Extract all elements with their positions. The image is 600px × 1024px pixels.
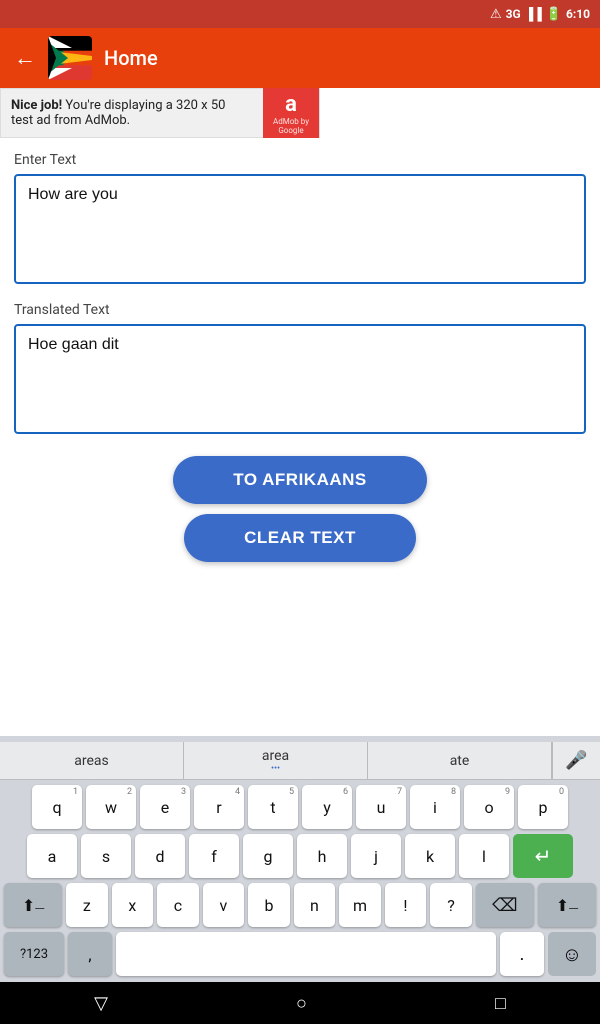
key-shift-left[interactable]: ⬆__ [4, 883, 62, 927]
key-c[interactable]: c [157, 883, 199, 927]
key-x[interactable]: x [112, 883, 154, 927]
buttons-area: TO AFRIKAANS CLEAR TEXT [14, 456, 586, 562]
key-emoji[interactable]: ☺ [548, 932, 596, 976]
keyboard-row-3: ⬆__ z x c v b n m ! ? ⌫ ⬆__ [0, 883, 600, 927]
key-shift-right[interactable]: ⬆__ [538, 883, 596, 927]
key-t[interactable]: 5t [248, 785, 298, 829]
time-display: 6:10 [566, 7, 590, 21]
key-p[interactable]: 0p [518, 785, 568, 829]
key-period[interactable]: . [500, 932, 544, 976]
status-bar: ⚠ 3G ▐▐ 🔋 6:10 [0, 0, 600, 28]
key-k[interactable]: k [405, 834, 455, 878]
nav-bar: ▽ ○ □ [0, 982, 600, 1024]
to-afrikaans-button[interactable]: TO AFRIKAANS [173, 456, 427, 504]
keyboard-row-bottom: ?123 , . ☺ [0, 932, 600, 976]
translated-text-output[interactable]: Hoe gaan dit [14, 324, 586, 434]
key-f[interactable]: f [189, 834, 239, 878]
app-title: Home [104, 46, 158, 70]
enter-text-label: Enter Text [14, 152, 586, 168]
key-v[interactable]: v [203, 883, 245, 927]
admob-powered-by: AdMob by Google [263, 117, 319, 135]
warning-icon: ⚠ [490, 7, 502, 22]
key-s[interactable]: s [81, 834, 131, 878]
key-exclamation[interactable]: ! [385, 883, 427, 927]
main-content: Enter Text How are you Translated Text H… [0, 138, 600, 562]
key-n[interactable]: n [294, 883, 336, 927]
status-icons: ⚠ 3G ▐▐ 🔋 6:10 [490, 7, 590, 22]
key-u[interactable]: 7u [356, 785, 406, 829]
keyboard-suggestions-bar: areas area ••• ate 🎤 [0, 742, 600, 780]
battery-icon: 🔋 [546, 7, 562, 22]
suggestion-areas[interactable]: areas [0, 742, 184, 779]
key-a[interactable]: a [27, 834, 77, 878]
suggestion-area[interactable]: area ••• [184, 742, 368, 779]
keyboard-row-2: a s d f g h j k l ↵ [0, 834, 600, 878]
suggestion-ate[interactable]: ate [368, 742, 552, 779]
key-question[interactable]: ? [430, 883, 472, 927]
nav-recent-button[interactable]: □ [495, 993, 506, 1014]
key-d[interactable]: d [135, 834, 185, 878]
key-m[interactable]: m [339, 883, 381, 927]
mic-button[interactable]: 🎤 [552, 742, 600, 779]
key-sym[interactable]: ?123 [4, 932, 64, 976]
key-l[interactable]: l [459, 834, 509, 878]
keyboard-row-1: 1q 2w 3e 4r 5t 6y 7u 8i 9o 0p [0, 785, 600, 829]
key-y[interactable]: 6y [302, 785, 352, 829]
key-g[interactable]: g [243, 834, 293, 878]
suggestion-dots: ••• [271, 764, 280, 774]
signal-bars-icon: ▐▐ [525, 7, 542, 21]
key-z[interactable]: z [66, 883, 108, 927]
ad-desc: You're displaying a 320 x 50 [62, 98, 225, 113]
key-i[interactable]: 8i [410, 785, 460, 829]
key-e[interactable]: 3e [140, 785, 190, 829]
back-button[interactable]: ← [14, 45, 36, 71]
ad-nice-job: Nice job! [11, 98, 62, 113]
key-w[interactable]: 2w [86, 785, 136, 829]
signal-indicator: 3G [506, 7, 521, 21]
nav-home-button[interactable]: ○ [296, 993, 307, 1014]
ad-line2: test ad from AdMob. [11, 113, 253, 128]
key-comma[interactable]: , [68, 932, 112, 976]
enter-text-input[interactable]: How are you [14, 174, 586, 284]
keyboard: areas area ••• ate 🎤 1q 2w 3e 4r 5t 6y 7… [0, 736, 600, 982]
flag-icon [48, 36, 92, 80]
nav-back-button[interactable]: ▽ [94, 993, 108, 1014]
ad-banner: Nice job! You're displaying a 320 x 50 t… [0, 88, 320, 138]
key-o[interactable]: 9o [464, 785, 514, 829]
key-j[interactable]: j [351, 834, 401, 878]
key-r[interactable]: 4r [194, 785, 244, 829]
key-b[interactable]: b [248, 883, 290, 927]
key-return[interactable]: ↵ [513, 834, 573, 878]
app-bar: ← Home [0, 28, 600, 88]
translated-text-label: Translated Text [14, 302, 586, 318]
clear-text-button[interactable]: CLEAR TEXT [184, 514, 416, 562]
admob-logo: a [285, 92, 297, 117]
ad-text: Nice job! You're displaying a 320 x 50 t… [1, 92, 263, 134]
ad-line1: Nice job! You're displaying a 320 x 50 [11, 98, 253, 113]
key-q[interactable]: 1q [32, 785, 82, 829]
ad-logo-block: a AdMob by Google [263, 88, 319, 138]
key-h[interactable]: h [297, 834, 347, 878]
key-backspace[interactable]: ⌫ [476, 883, 534, 927]
key-space[interactable] [116, 932, 496, 976]
